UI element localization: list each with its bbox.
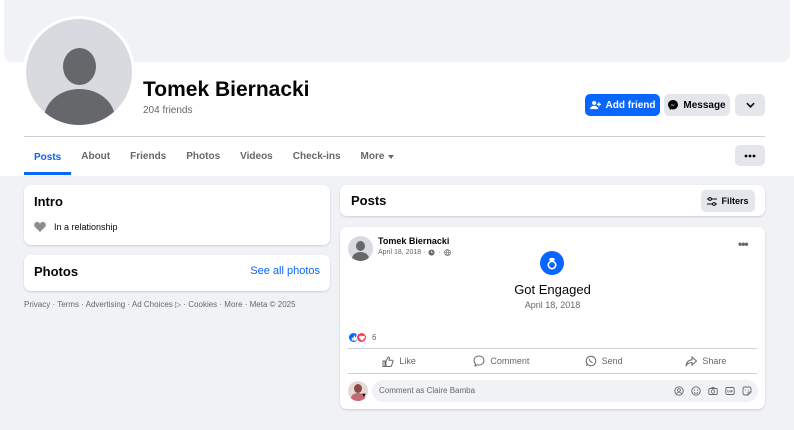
message-button[interactable]: Message [664, 94, 730, 116]
tab-posts[interactable]: Posts [24, 140, 72, 175]
profile-avatar[interactable] [26, 19, 132, 125]
photos-title: Photos [34, 264, 79, 279]
share-icon [685, 355, 698, 366]
avatar-head [63, 48, 96, 85]
life-event-title: Got Engaged [514, 282, 591, 297]
post-author-name[interactable]: Tomek Biernacki [378, 236, 449, 246]
friends-count[interactable]: 204 friends [143, 105, 192, 116]
intro-card: Intro In a relationship [24, 185, 330, 245]
filters-label: Filters [721, 196, 749, 206]
comment-icon [473, 355, 485, 367]
tab-label: Videos [240, 151, 273, 162]
profile-tabs: Posts About Friends Photos Videos Check-… [24, 140, 404, 176]
post-author-avatar[interactable] [348, 236, 373, 261]
heart-icon [34, 221, 46, 232]
post-meta: April 18, 2018 · · [378, 249, 451, 256]
emoji-icon[interactable] [690, 385, 701, 396]
see-all-photos-link[interactable]: See all photos [250, 265, 320, 277]
avatar-sticker-icon[interactable] [673, 385, 684, 396]
tab-label: About [81, 151, 111, 162]
profile-name: Tomek Biernacki [143, 78, 310, 101]
comment-input[interactable]: Comment as Claire Bamba GIF [372, 380, 758, 402]
tab-more[interactable]: More [351, 140, 405, 173]
post-actions: Like Comment Send Share [348, 350, 757, 372]
posts-header-card: Posts Filters [340, 185, 765, 216]
tab-label: More [360, 151, 385, 162]
thumbs-up-icon [382, 355, 394, 367]
post-options-button[interactable]: ••• [738, 237, 749, 251]
post-divider [348, 348, 757, 349]
comment-tools: GIF [673, 385, 752, 396]
tab-videos[interactable]: Videos [230, 140, 283, 173]
more-options-button[interactable] [735, 145, 765, 166]
comment-placeholder: Comment as Claire Bamba [379, 386, 476, 395]
tab-about[interactable]: About [71, 140, 120, 173]
add-person-icon [589, 100, 601, 110]
avatar-body [44, 89, 115, 125]
commenter-switch-icon[interactable]: ▼ [361, 393, 367, 399]
relationship-row: In a relationship [34, 221, 118, 232]
gif-icon[interactable]: GIF [724, 385, 735, 396]
engagement-ring-icon [540, 251, 564, 275]
posts-title: Posts [351, 193, 387, 208]
photos-card: Photos See all photos [24, 255, 330, 291]
reaction-count: 6 [372, 333, 377, 342]
messenger-icon [668, 100, 679, 110]
tab-label: Friends [130, 151, 167, 162]
comment-label: Comment [490, 356, 530, 366]
whatsapp-icon [585, 355, 596, 367]
filters-icon [707, 196, 718, 206]
post-card: Tomek Biernacki April 18, 2018 · · ••• G… [340, 227, 765, 409]
tab-photos[interactable]: Photos [176, 140, 230, 173]
share-label: Share [702, 356, 727, 366]
sticker-icon[interactable] [741, 385, 752, 396]
comment-button[interactable]: Comment [450, 350, 552, 372]
header-divider [24, 136, 765, 137]
tab-check-ins[interactable]: Check-ins [283, 140, 351, 173]
svg-text:GIF: GIF [727, 389, 734, 393]
globe-icon [444, 249, 451, 256]
avatar-body [352, 252, 369, 261]
caret-down-icon [388, 154, 395, 159]
tab-friends[interactable]: Friends [120, 140, 176, 173]
avatar-head [354, 384, 362, 393]
tab-label: Posts [34, 151, 62, 163]
share-button[interactable]: Share [655, 350, 757, 372]
camera-icon[interactable] [707, 385, 718, 396]
send-button[interactable]: Send [553, 350, 655, 372]
ellipsis-icon [744, 154, 756, 157]
post-divider [348, 373, 757, 374]
intro-title: Intro [34, 194, 63, 209]
chevron-down-icon [745, 102, 755, 108]
avatar-head [356, 241, 365, 251]
like-label: Like [399, 356, 416, 366]
tab-label: Check-ins [292, 151, 341, 162]
tab-label: Photos [186, 151, 221, 162]
life-event-date: April 18, 2018 [524, 300, 581, 310]
add-friend-button[interactable]: Add friend [585, 94, 660, 116]
relationship-status: In a relationship [54, 221, 118, 232]
send-label: Send [601, 356, 623, 366]
reactions-summary[interactable]: 6 [348, 332, 376, 343]
message-label: Message [683, 99, 726, 111]
love-reaction-icon [356, 332, 367, 343]
filters-button[interactable]: Filters [701, 190, 755, 212]
add-friend-label: Add friend [605, 99, 656, 111]
meta-separator: · [438, 249, 441, 256]
like-button[interactable]: Like [348, 350, 450, 372]
post-date[interactable]: April 18, 2018 · [378, 249, 425, 256]
profile-menu-button[interactable] [735, 94, 765, 116]
clock-icon [428, 249, 436, 256]
footer-links[interactable]: Privacy · Terms · Advertising · Ad Choic… [24, 300, 296, 309]
